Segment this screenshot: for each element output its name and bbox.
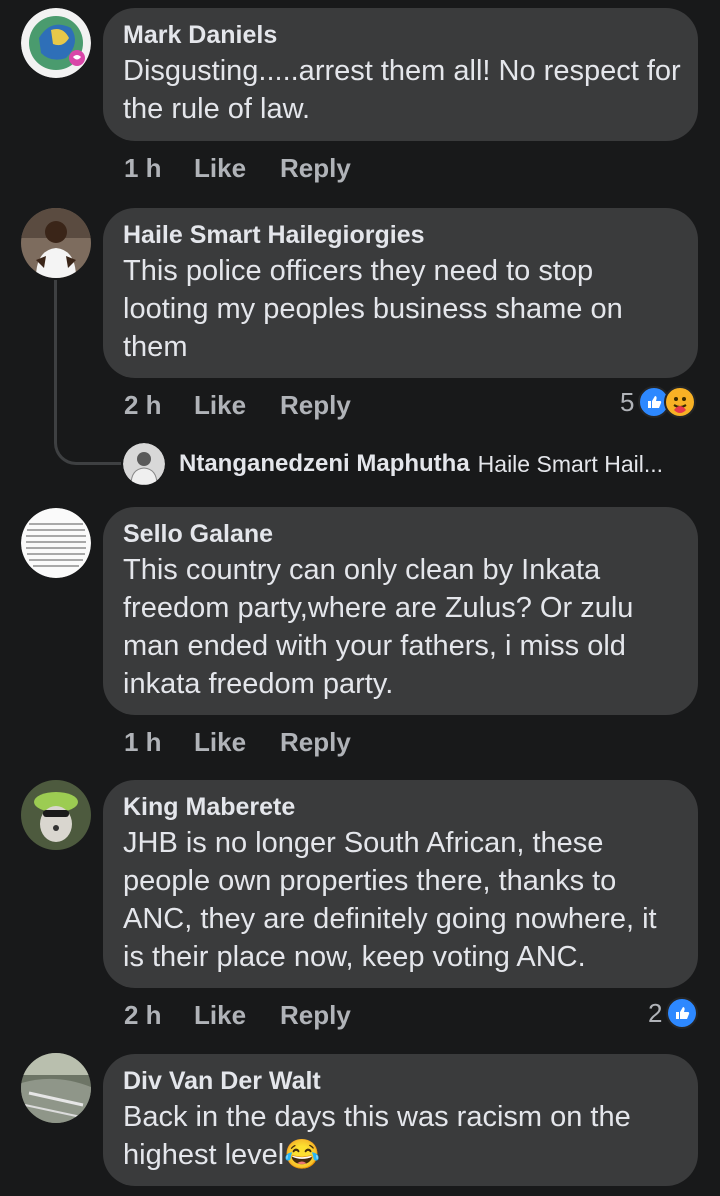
reaction-count: 2: [648, 997, 663, 1028]
comment-time[interactable]: 2 h: [124, 390, 194, 421]
comment-actions: 1 h Like Reply: [124, 727, 351, 758]
comment-text: This country can only clean by Inkata fr…: [123, 554, 634, 700]
comment-bubble: Sello Galane This country can only clean…: [103, 507, 698, 715]
reply-button[interactable]: Reply: [280, 390, 351, 421]
avatar-king-maberete[interactable]: [21, 780, 91, 850]
avatar-image: [123, 443, 165, 485]
comment-bubble: Div Van Der Walt Back in the days this w…: [103, 1054, 698, 1186]
reply-button[interactable]: Reply: [280, 727, 351, 758]
avatar-image: [21, 8, 91, 78]
comment-time[interactable]: 2 h: [124, 1000, 194, 1031]
avatar-image: [21, 780, 91, 850]
comment-bubble: King Maberete JHB is no longer South Afr…: [103, 780, 698, 988]
reaction-summary[interactable]: 2: [648, 997, 699, 1029]
comment-text: Back in the days this was racism on the …: [123, 1101, 631, 1171]
comment-text: This police officers they need to stop l…: [123, 255, 623, 363]
comment-time[interactable]: 1 h: [124, 727, 194, 758]
comment-text: Disgusting.....arrest them all! No respe…: [123, 55, 681, 125]
like-button[interactable]: Like: [194, 153, 280, 184]
reply-preview-row[interactable]: Ntanganedzeni Maphutha Haile Smart Hail.…: [123, 443, 663, 485]
like-reaction-icon: [666, 997, 699, 1029]
reply-button[interactable]: Reply: [280, 153, 351, 184]
avatar-image: [21, 508, 91, 578]
reaction-count: 5: [620, 386, 635, 417]
comment-actions: 1 h Like Reply: [124, 153, 351, 184]
comment-actions: 2 h Like Reply: [124, 390, 351, 421]
comment-author[interactable]: Sello Galane: [123, 519, 678, 549]
avatar-mark-daniels[interactable]: [21, 8, 91, 78]
avatar-image: [21, 208, 91, 278]
avatar-haile[interactable]: [21, 208, 91, 278]
avatar-ntanganedzeni[interactable]: [123, 443, 165, 485]
reply-snippet: Haile Smart Hail...: [477, 450, 663, 477]
like-button[interactable]: Like: [194, 1000, 280, 1031]
comment-bubble: Mark Daniels Disgusting.....arrest them …: [103, 8, 698, 141]
comment-actions: 2 h Like Reply: [124, 1000, 351, 1031]
comment-author[interactable]: King Maberete: [123, 792, 678, 822]
like-button[interactable]: Like: [194, 727, 280, 758]
comment-author[interactable]: Mark Daniels: [123, 20, 678, 50]
reply-author[interactable]: Ntanganedzeni Maphutha: [179, 450, 470, 478]
comment-time[interactable]: 1 h: [124, 153, 194, 184]
reaction-summary[interactable]: 5: [620, 386, 697, 418]
comment-text: JHB is no longer South African, these pe…: [123, 827, 657, 973]
avatar-sello-galane[interactable]: [21, 508, 91, 578]
like-button[interactable]: Like: [194, 390, 280, 421]
reply-button[interactable]: Reply: [280, 1000, 351, 1031]
comment-bubble: Haile Smart Hailegiorgies This police of…: [103, 208, 698, 378]
care-reaction-icon: [664, 386, 697, 418]
avatar-image: [21, 1053, 91, 1123]
comment-author[interactable]: Div Van Der Walt: [123, 1066, 678, 1096]
comment-author[interactable]: Haile Smart Hailegiorgies: [123, 220, 678, 250]
avatar-div-van-der-walt[interactable]: [21, 1053, 91, 1123]
